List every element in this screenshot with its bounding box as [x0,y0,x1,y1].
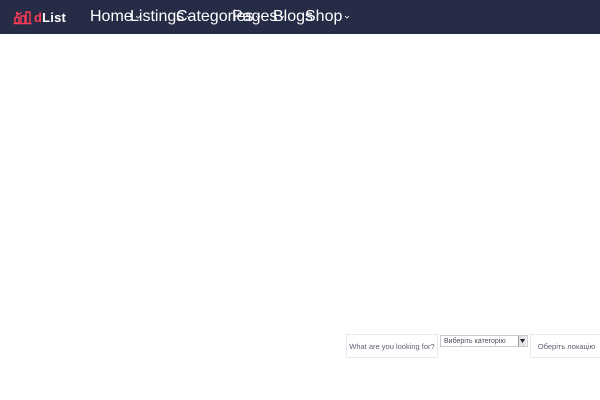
logo-icon [13,11,32,25]
location-placeholder: Оберіть локацію [537,341,596,351]
nav-item-label: Pages [232,8,278,25]
logo-wordmark: dList [34,10,66,25]
search-keyword-input[interactable]: What are you looking for? [346,334,438,358]
nav-item-shop[interactable]: Shop [305,0,350,34]
page: dList Home Listings Categories Pages Blo… [0,0,600,400]
logo-wordmark-accent: d [34,9,43,25]
nav-item-label: Shop [305,8,343,25]
caret-down-icon [520,339,525,343]
chevron-down-icon [345,15,350,19]
category-select[interactable]: Виберіть категорію [440,335,528,347]
logo-wordmark-rest: List [42,9,67,25]
category-select-value: Виберіть категорію [444,337,506,345]
select-arrow-button[interactable] [518,336,526,346]
top-navigation-bar: dList Home Listings Categories Pages Blo… [0,0,600,34]
nav-item-label: Home [90,8,133,25]
search-keyword-placeholder: What are you looking for? [349,341,435,351]
site-logo[interactable]: dList [13,7,66,27]
location-select[interactable]: Оберіть локацію [530,334,600,358]
